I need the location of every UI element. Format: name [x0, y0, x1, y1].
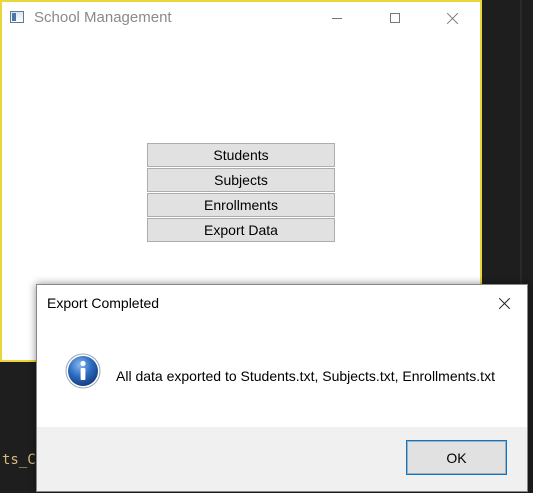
dialog-title: Export Completed: [47, 295, 160, 311]
close-icon: [499, 297, 511, 309]
export-data-button[interactable]: Export Data: [147, 218, 335, 242]
dialog-message: All data exported to Students.txt, Subje…: [116, 368, 495, 384]
desktop: ts_C School Management Students Subjects…: [0, 0, 533, 493]
dialog-titlebar[interactable]: Export Completed: [37, 285, 527, 321]
main-menu: Students Subjects Enrollments Export Dat…: [147, 143, 335, 243]
dialog-close-button[interactable]: [483, 285, 527, 321]
close-button[interactable]: [430, 2, 476, 34]
dialog-body: All data exported to Students.txt, Subje…: [37, 321, 527, 427]
export-completed-dialog: Export Completed All data exported to St…: [36, 284, 528, 492]
close-icon: [447, 12, 459, 24]
editor-background: [481, 0, 533, 285]
minimize-icon: [332, 17, 342, 19]
info-icon: [65, 353, 101, 389]
editor-code-fragment: ts_C: [2, 452, 36, 468]
editor-minimap-edge: [520, 0, 522, 285]
minimize-button[interactable]: [314, 2, 360, 34]
ok-button[interactable]: OK: [406, 440, 507, 475]
window-title: School Management: [34, 9, 172, 26]
subjects-button[interactable]: Subjects: [147, 168, 335, 192]
main-titlebar[interactable]: School Management: [2, 2, 480, 34]
enrollments-button[interactable]: Enrollments: [147, 193, 335, 217]
maximize-icon: [390, 13, 400, 23]
students-button[interactable]: Students: [147, 143, 335, 167]
window-app-icon: [10, 11, 24, 23]
dialog-footer: OK: [37, 427, 527, 491]
maximize-button[interactable]: [372, 2, 418, 34]
